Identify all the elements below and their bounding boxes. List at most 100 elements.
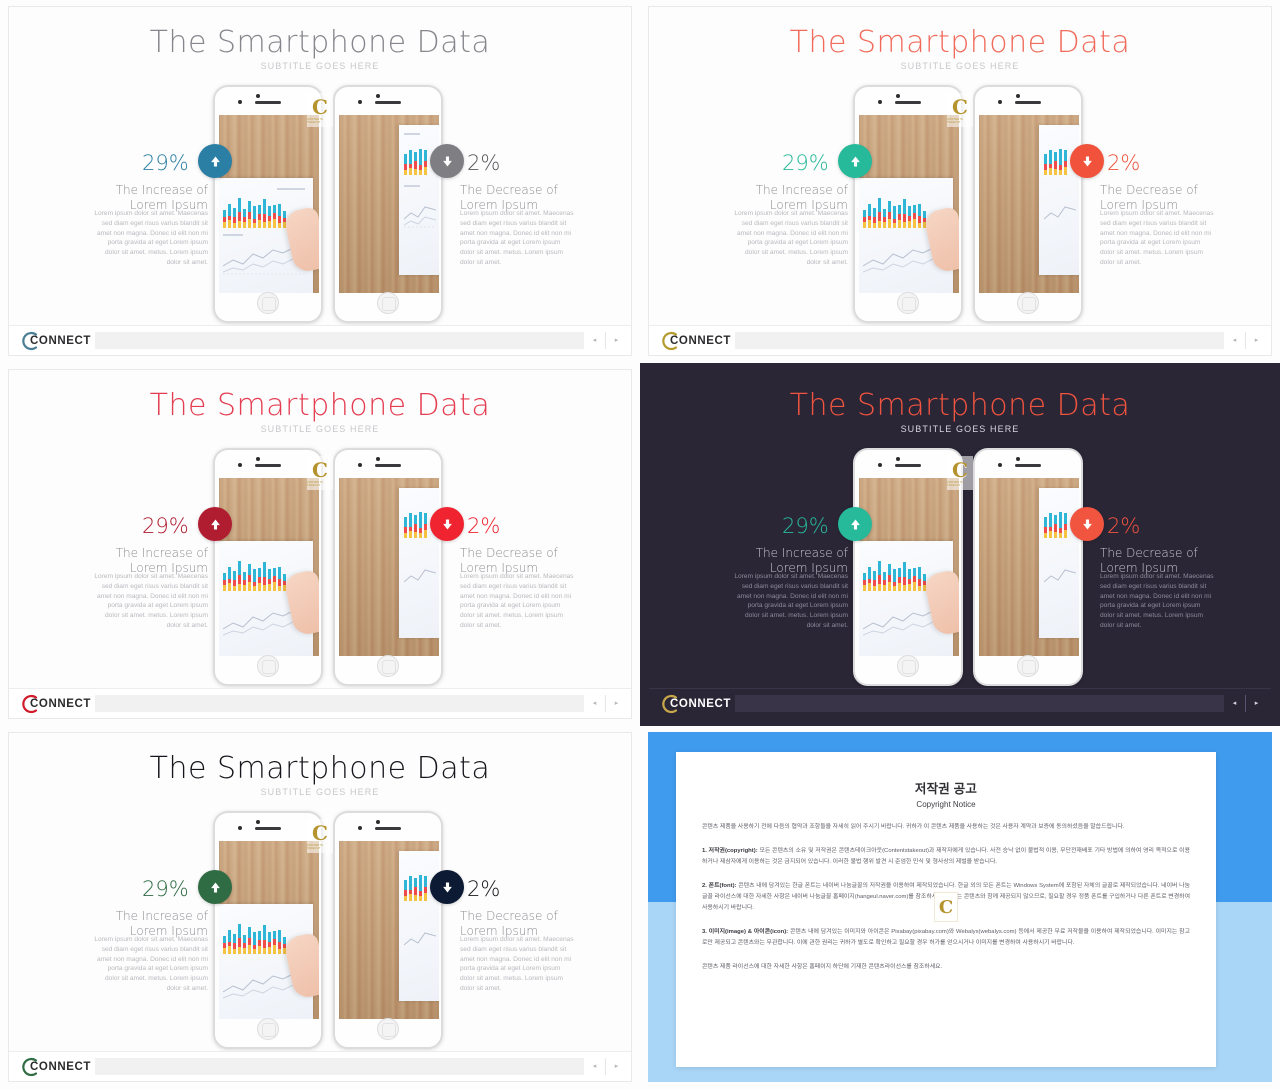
bar-segment xyxy=(883,585,886,591)
bar-segment xyxy=(404,517,407,527)
increase-copy-block: The Increase of Lorem Ipsum Lorem ipsum … xyxy=(93,546,208,631)
slide-thumbnail-grid: The Smartphone Data SUBTITLE GOES HERE C… xyxy=(0,0,1280,1089)
next-button[interactable]: ▸ xyxy=(610,332,623,349)
arrow-down-icon xyxy=(442,156,452,166)
brand-logo: CONNECT xyxy=(9,693,91,715)
slide-canvas-1: The Smartphone Data SUBTITLE GOES HERE C… xyxy=(8,6,632,356)
speaker-grille xyxy=(895,101,921,104)
slide-panel-4[interactable]: The Smartphone Data SUBTITLE GOES HERE C… xyxy=(640,363,1280,726)
slide-panel-1[interactable]: The Smartphone Data SUBTITLE GOES HERE C… xyxy=(0,0,640,363)
bar-segment xyxy=(223,210,226,217)
bar-segment xyxy=(414,532,417,538)
bar-segment xyxy=(908,206,911,216)
prev-button[interactable]: ◂ xyxy=(588,332,601,349)
speaker-grille xyxy=(375,464,401,467)
slide-panel-5[interactable]: The Smartphone Data SUBTITLE GOES HERE C… xyxy=(0,726,640,1089)
page-title: The Smartphone Data xyxy=(789,25,1131,60)
sensor-icon xyxy=(878,100,882,104)
bar xyxy=(903,562,906,591)
bar-segment xyxy=(893,569,896,582)
chart-paper-right xyxy=(399,125,439,275)
bar-segment xyxy=(419,896,422,901)
increase-body: Lorem ipsum dolor sit amet. Maecenas sed… xyxy=(94,210,208,266)
bar-segment xyxy=(273,568,276,576)
progress-track[interactable] xyxy=(95,695,584,712)
home-button xyxy=(377,292,399,314)
watermark-letter: C xyxy=(312,820,328,845)
watermark-letter: C xyxy=(938,896,954,918)
bar xyxy=(1044,154,1047,175)
increase-percent: 29% xyxy=(142,514,189,538)
bar-segment xyxy=(1049,168,1052,175)
home-button xyxy=(257,292,279,314)
speaker-grille xyxy=(255,101,281,104)
slide-panel-6[interactable]: 저작권 공고 Copyright Notice 콘텐츠 제품을 사용하기 전에 … xyxy=(640,726,1280,1089)
decrease-percent: 2% xyxy=(467,151,501,175)
bar-segment xyxy=(863,210,866,217)
bar-segment xyxy=(878,561,881,575)
bar xyxy=(228,567,231,591)
bar-segment xyxy=(873,571,876,580)
copyright-document: 저작권 공고 Copyright Notice 콘텐츠 제품을 사용하기 전에 … xyxy=(676,752,1216,1067)
phone-right xyxy=(333,85,443,323)
nav-controls: ◂ ▸ xyxy=(588,332,631,349)
bar-segment xyxy=(233,934,236,943)
brand-logo: CONNECT xyxy=(9,330,91,352)
bar-segment xyxy=(404,880,407,890)
slide-panel-3[interactable]: The Smartphone Data SUBTITLE GOES HERE C… xyxy=(0,363,640,726)
bar-segment xyxy=(419,512,422,528)
bar xyxy=(268,206,271,228)
bar-segment xyxy=(253,949,256,954)
next-button[interactable]: ▸ xyxy=(1250,695,1263,712)
bar-segment xyxy=(898,205,901,214)
bar-segment xyxy=(908,584,911,591)
camera-icon xyxy=(376,94,380,98)
home-button xyxy=(377,1018,399,1040)
prev-button[interactable]: ◂ xyxy=(1228,332,1241,349)
progress-track[interactable] xyxy=(735,332,1224,349)
bar-segment xyxy=(278,204,281,216)
bar-segment xyxy=(1049,150,1052,164)
home-button xyxy=(1017,292,1039,314)
chart-paper-right xyxy=(1039,488,1079,638)
progress-track[interactable] xyxy=(95,332,584,349)
bar xyxy=(1054,515,1057,538)
line-chart-right xyxy=(1044,569,1076,583)
bar-segment xyxy=(888,575,891,582)
bar xyxy=(863,210,866,228)
bar xyxy=(903,199,906,228)
prev-button[interactable]: ◂ xyxy=(588,695,601,712)
bar xyxy=(1044,517,1047,538)
speaker-grille xyxy=(375,827,401,830)
bar-chart-right xyxy=(1044,504,1067,538)
bar-segment xyxy=(223,585,226,591)
prev-button[interactable]: ◂ xyxy=(588,1058,601,1075)
next-button[interactable]: ▸ xyxy=(610,1058,623,1075)
bar xyxy=(893,206,896,228)
bar-segment xyxy=(253,569,256,582)
progress-track[interactable] xyxy=(735,695,1224,712)
bar-segment xyxy=(883,209,886,217)
bar xyxy=(243,935,246,954)
bar-segment xyxy=(1059,512,1062,528)
bar xyxy=(888,201,891,228)
bar-segment xyxy=(238,198,241,212)
bar-chart-left xyxy=(863,194,926,228)
phone-screen-right xyxy=(979,115,1079,293)
slide-panel-2[interactable]: The Smartphone Data SUBTITLE GOES HERE C… xyxy=(640,0,1280,363)
nav-divider xyxy=(605,695,606,712)
nav-controls: ◂ ▸ xyxy=(1228,695,1271,712)
increase-copy-block: The Increase of Lorem Ipsum Lorem ipsum … xyxy=(733,546,848,631)
bar-segment xyxy=(409,168,412,175)
next-button[interactable]: ▸ xyxy=(1250,332,1263,349)
bar-segment xyxy=(253,586,256,591)
prev-button[interactable]: ◂ xyxy=(1228,695,1241,712)
bar-segment xyxy=(908,569,911,579)
bar-segment xyxy=(898,568,901,577)
next-button[interactable]: ▸ xyxy=(610,695,623,712)
watermark-letter: C xyxy=(952,457,968,482)
bar-segment xyxy=(248,212,251,219)
bar xyxy=(863,573,866,591)
decrease-copy-block: The Decrease of Lorem Ipsum Lorem ipsum … xyxy=(1100,546,1215,631)
progress-track[interactable] xyxy=(95,1058,584,1075)
